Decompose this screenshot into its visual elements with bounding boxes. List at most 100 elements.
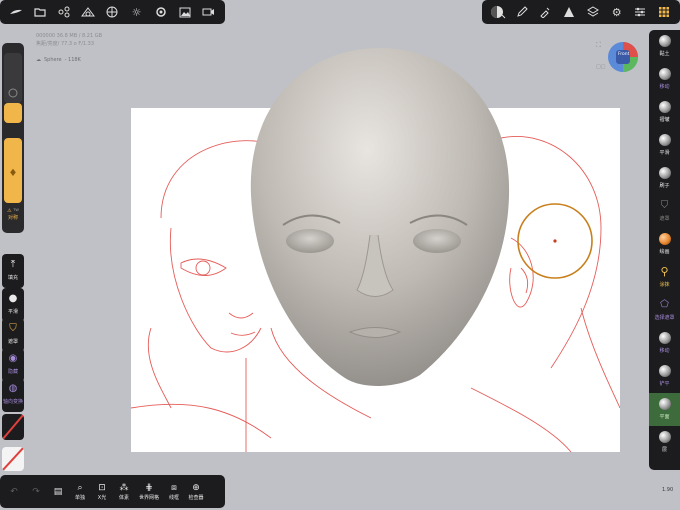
vertex-icon: ⁂: [119, 483, 129, 493]
brush-cursor: [517, 203, 593, 279]
tool-crease[interactable]: 褶皱: [649, 96, 680, 129]
shapes-icon[interactable]: [78, 2, 98, 22]
top-left-toolbar: ☼: [0, 0, 225, 24]
transform-icon: [658, 332, 671, 344]
undo-icon: ↶: [10, 486, 18, 497]
clay-icon: [658, 35, 671, 47]
intensity-handle[interactable]: [4, 103, 22, 123]
smooth-button[interactable]: ● 平滑: [2, 288, 24, 322]
fill-icon: ⤒: [10, 259, 16, 270]
tool-brush[interactable]: 刷子: [649, 162, 680, 195]
top-right-toolbar: ⚙: [482, 0, 680, 24]
left-slider-panel: ♦ ⚠ TW 对称: [2, 43, 24, 233]
fill-label: 填充: [7, 275, 18, 281]
mask-tool-icon: ⛉: [660, 200, 669, 211]
fill-button[interactable]: ⤒ 填充: [2, 254, 24, 288]
tool-transform[interactable]: 移动: [649, 327, 680, 360]
grid-tool-icon[interactable]: [654, 2, 674, 22]
save-button[interactable]: ▤: [47, 486, 69, 498]
dropper-icon[interactable]: [535, 2, 555, 22]
flatten-icon: [658, 365, 671, 377]
zoom-level: 1.90: [662, 487, 674, 493]
triangle-icon[interactable]: [559, 2, 579, 22]
smooth-tool-icon: [658, 134, 671, 146]
wireframe-button[interactable]: ⧈ 线框: [163, 482, 185, 501]
mesh-name: Sphere: [44, 57, 62, 63]
tool-smudge[interactable]: ⚲ 涂抹: [649, 261, 680, 294]
folder-icon[interactable]: [30, 2, 50, 22]
tool-flatten[interactable]: 铲平: [649, 360, 680, 393]
mask-label: 遮罩: [7, 339, 18, 345]
symmetry-label: 对称: [7, 215, 18, 221]
grid-icon: ⋕: [145, 483, 153, 493]
intensity-slider[interactable]: ♦: [4, 138, 22, 203]
gear-icon[interactable]: ⚙: [607, 2, 627, 22]
symmetry-badge: TW: [13, 208, 19, 212]
tool-layer[interactable]: 层: [649, 426, 680, 459]
mask-button[interactable]: ⛉ 遮罩: [2, 318, 24, 352]
symmetry-icon: ⚠: [7, 208, 12, 214]
undo-button[interactable]: ↶: [3, 486, 25, 498]
material-icon[interactable]: [488, 2, 508, 22]
move-icon: [658, 68, 671, 80]
wireframe-icon: ⧈: [171, 483, 177, 493]
frame-icon[interactable]: ⛶: [596, 41, 601, 50]
light-icon[interactable]: ☼: [127, 2, 147, 22]
sculpt-tools-panel: 黏土 移动 褶皱 平滑 刷子 ⛉ 遮罩 绘画 ⚲ 涂抹 ⬠ 选择遮罩 移动 铲平 平面…: [649, 30, 680, 470]
primary-color-swatch[interactable]: [2, 414, 24, 440]
mesh-count: - 118K: [64, 57, 81, 63]
radius-slider[interactable]: [4, 53, 22, 103]
pen-icon[interactable]: [512, 2, 532, 22]
sliders-icon[interactable]: [630, 2, 650, 22]
paint-icon: [658, 233, 671, 245]
plane-icon: [658, 398, 671, 410]
tool-clay[interactable]: 黏土: [649, 30, 680, 63]
head-model[interactable]: [245, 45, 515, 390]
smooth-icon: ●: [8, 293, 18, 304]
layer-icon: [658, 431, 671, 443]
stack-icon[interactable]: [583, 2, 603, 22]
axis-icon: ◍: [8, 383, 18, 394]
tool-select-mask[interactable]: ⬠ 选择遮罩: [649, 294, 680, 327]
stats-line-2: 焦距/亮度/ 77.3 o F/1.33: [36, 41, 95, 47]
brush-tool-icon: [658, 167, 671, 179]
tool-smooth[interactable]: 平滑: [649, 129, 680, 162]
tool-plane[interactable]: 平面: [649, 393, 680, 426]
svg-text:♦: ♦: [9, 168, 18, 179]
hide-label: 隐藏: [7, 369, 18, 375]
tool-move[interactable]: 移动: [649, 63, 680, 96]
layers-sphere-icon[interactable]: [102, 2, 122, 22]
redo-button[interactable]: ↷: [25, 486, 47, 498]
crease-icon: [658, 101, 671, 113]
ortho-toggle-icon[interactable]: □□: [596, 64, 605, 70]
axis-label: 轴向变换: [2, 399, 23, 405]
axis-transform-button[interactable]: ◍ 轴向变换: [2, 378, 24, 412]
search-icon: ⌕: [77, 483, 83, 493]
image-icon[interactable]: [175, 2, 195, 22]
solo-button[interactable]: ⌕ 单独: [69, 482, 91, 501]
secondary-color-swatch[interactable]: [2, 447, 24, 471]
xray-icon: ⊡: [98, 483, 106, 493]
view-cube-gizmo[interactable]: [606, 40, 640, 74]
xray-button[interactable]: ⊡ X光: [91, 482, 113, 501]
mesh-label[interactable]: ☁ Sphere - 118K: [36, 57, 81, 63]
save-icon: ▤: [53, 486, 63, 497]
bottom-toolbar: ↶ ↷ ▤ ⌕ 单独 ⊡ X光 ⁂ 体素 ⋕ 世界网格 ⧈ 线框 ⊕ 检查器: [0, 475, 225, 508]
voxel-button[interactable]: ⁂ 体素: [113, 482, 135, 501]
scene-share-icon[interactable]: [54, 2, 74, 22]
stats-line-1: 000000 36.8 MB / 8.21 GB: [36, 33, 103, 39]
mesh-icon: ☁: [36, 57, 41, 63]
hide-button[interactable]: ◉ 隐藏: [2, 348, 24, 382]
select-mask-icon: ⬠: [660, 299, 669, 310]
inspector-icon: ⊕: [192, 483, 200, 493]
video-icon[interactable]: [199, 2, 219, 22]
symmetry-toggle[interactable]: ⚠ TW 对称: [2, 208, 24, 221]
tool-mask[interactable]: ⛉ 遮罩: [649, 195, 680, 228]
inspector-button[interactable]: ⊕ 检查器: [185, 482, 207, 501]
tool-paint[interactable]: 绘画: [649, 228, 680, 261]
smudge-icon: ⚲: [660, 265, 669, 278]
brush-icon[interactable]: [6, 2, 26, 22]
settings-icon[interactable]: [151, 2, 171, 22]
world-grid-button[interactable]: ⋕ 世界网格: [135, 482, 163, 501]
mask-icon: ⛉: [9, 323, 17, 334]
